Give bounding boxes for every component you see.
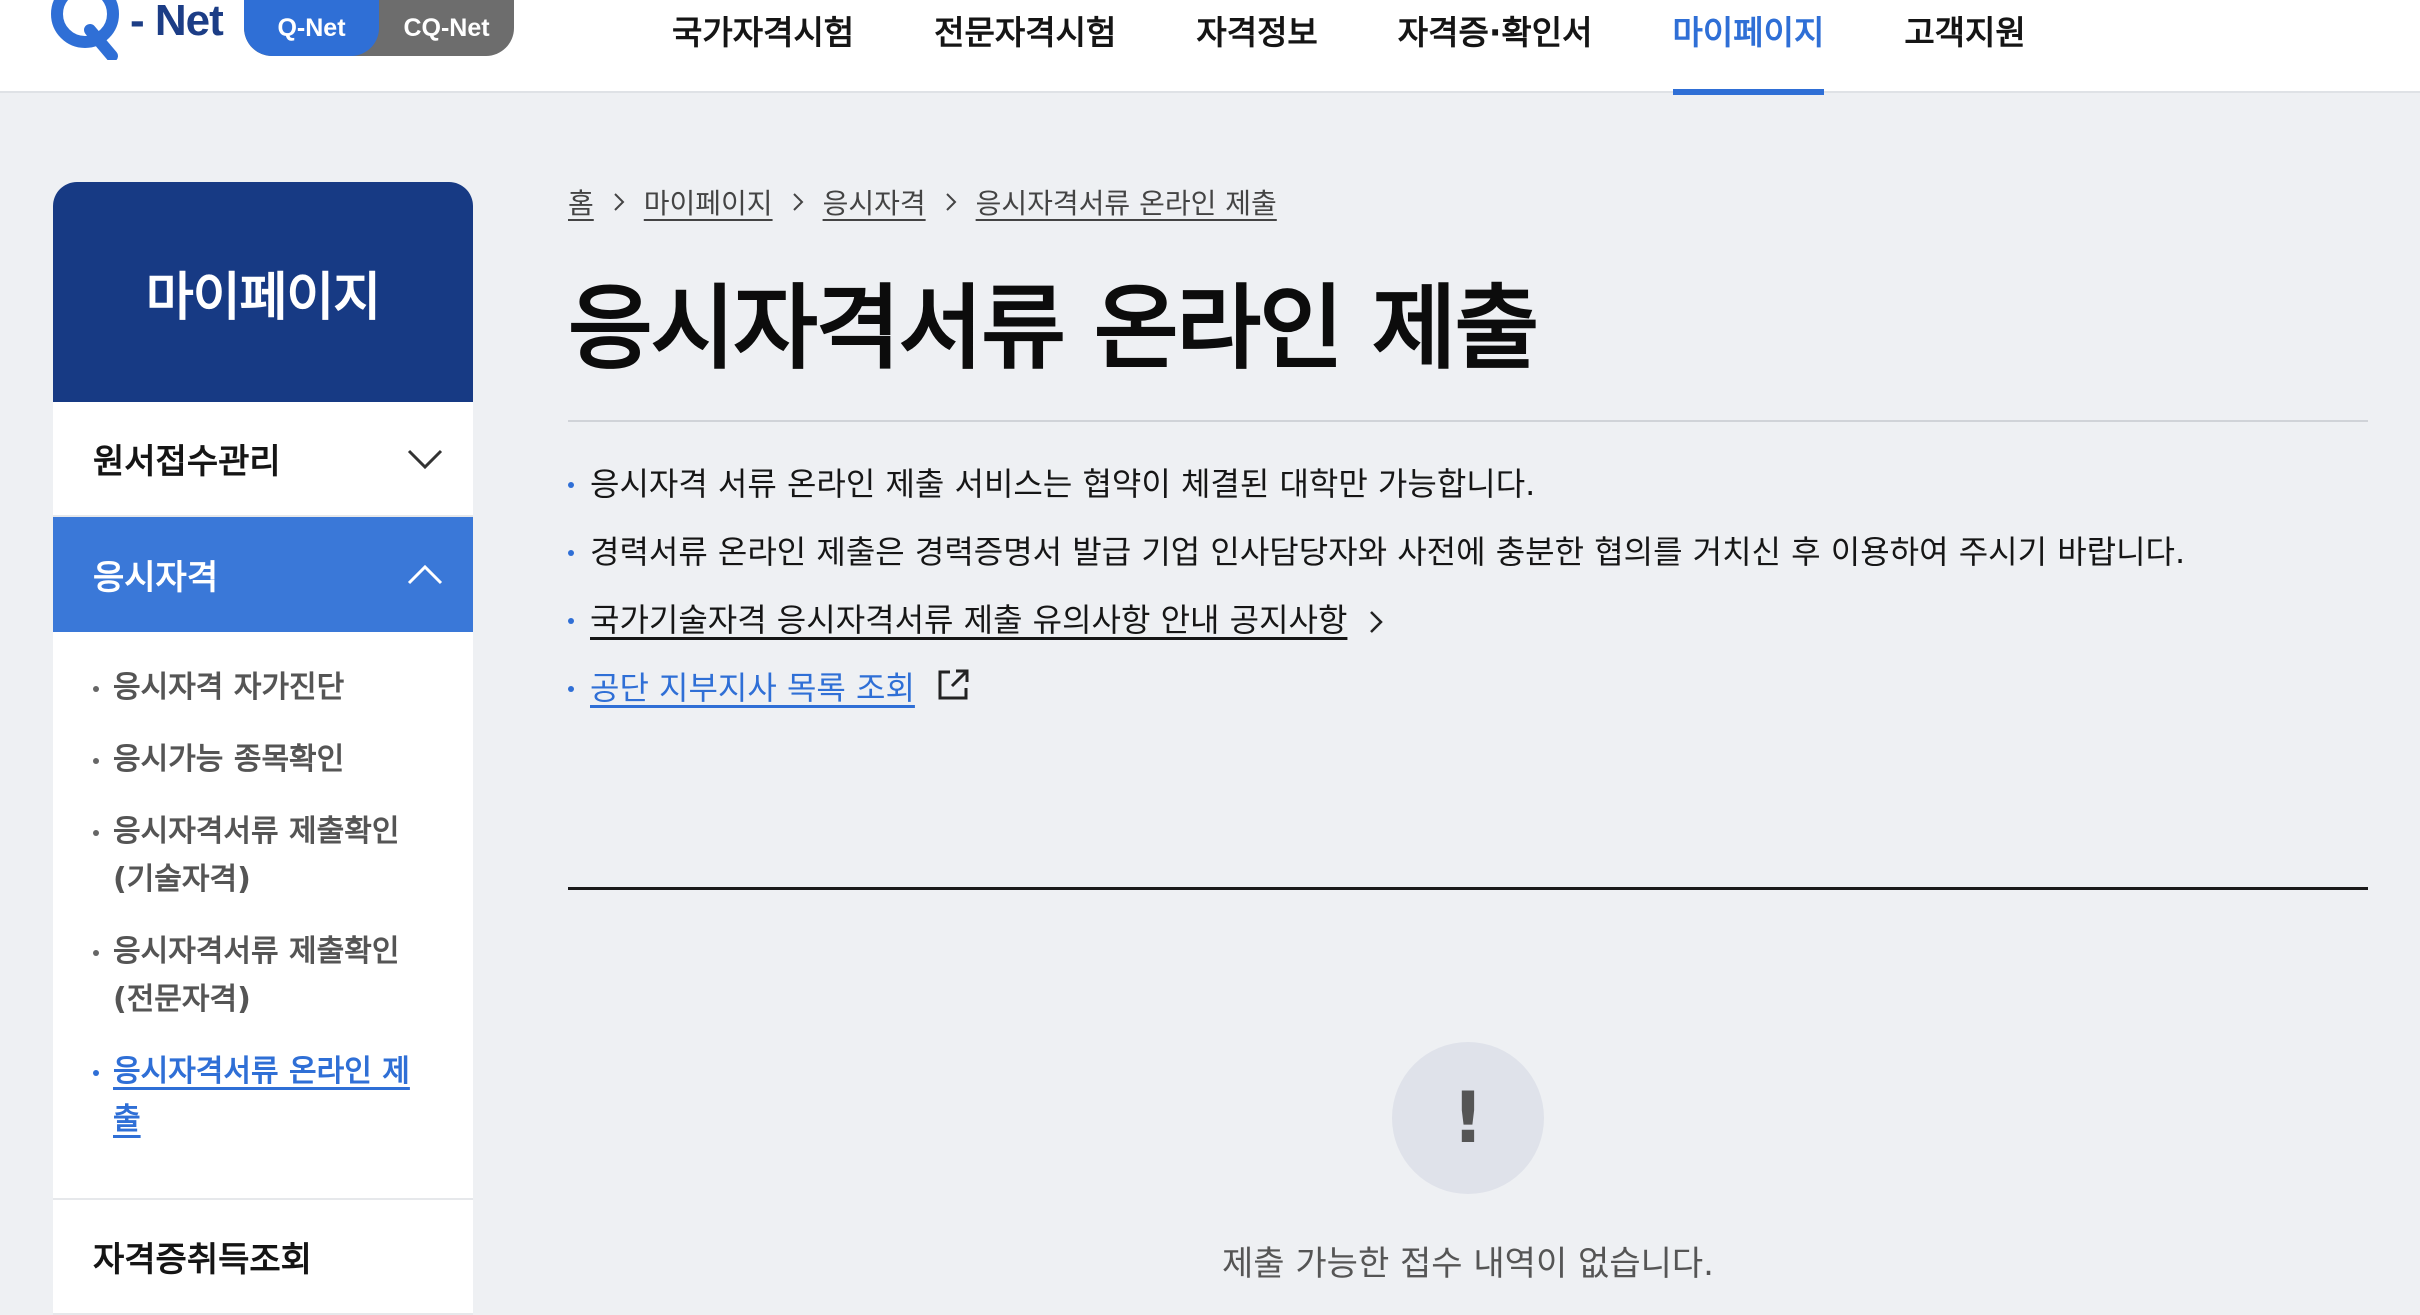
chevron-right-icon [614,193,625,211]
notice-item: 국가기술자격 응시자격서류 제출 유의사항 안내 공지사항 [568,598,2368,642]
nav-national-exam[interactable]: 국가자격시험 [672,0,854,93]
notice-text: 경력서류 온라인 제출은 경력증명서 발급 기업 인사담당자와 사전에 충분한 … [590,533,2186,571]
submenu-eligible-items[interactable]: 응시가능 종목확인 [93,736,433,784]
list-top-divider [568,887,2368,890]
notice-list: 응시자격 서류 온라인 제출 서비스는 협약이 체결된 대학만 가능합니다. 경… [568,462,2368,710]
breadcrumb-home[interactable]: 홈 [568,182,594,222]
sidebar-title: 마이페이지 [53,182,473,402]
page-title: 응시자격서류 온라인 제출 [568,275,1539,382]
exclamation-icon: ! [1392,1042,1544,1194]
submenu-self-diagnosis[interactable]: 응시자격 자가진단 [93,664,433,712]
sidebar-item-label: 응시자격 [93,558,219,598]
chevron-right-icon [792,193,803,211]
notice-text: 응시자격 서류 온라인 제출 서비스는 협약이 체결된 대학만 가능합니다. [590,465,1536,503]
breadcrumb: 홈 마이페이지 응시자격 응시자격서류 온라인 제출 [568,182,2368,222]
chevron-down-icon [407,449,443,469]
breadcrumb-eligibility[interactable]: 응시자격 [823,182,926,222]
sidebar-item-eligibility[interactable]: 응시자격 [53,517,473,632]
chevron-right-icon [945,193,957,211]
sidebar-item-label: 자격증취득조회 [93,1240,312,1280]
empty-state: ! 제출 가능한 접수 내역이 없습니다. [568,1042,2368,1285]
qnet-logo[interactable]: - Net [50,0,224,60]
submenu-doc-check-professional[interactable]: 응시자격서류 제출확인 (전문자격) [93,928,433,1024]
notice-guide-link[interactable]: 국가기술자격 응시자격서류 제출 유의사항 안내 공지사항 [590,601,1347,639]
branch-list-link[interactable]: 공단 지부지사 목록 조회 [590,669,915,707]
global-header: - Net Q-Net CQ-Net 국가자격시험 전문자격시험 자격정보 자격… [0,0,2420,95]
main-content: 홈 마이페이지 응시자격 응시자격서류 온라인 제출 응시자격서류 온라인 제출… [568,182,2368,1284]
empty-message: 제출 가능한 접수 내역이 없습니다. [1222,1244,1714,1284]
nav-professional-exam[interactable]: 전문자격시험 [934,0,1116,93]
title-divider [568,420,2368,422]
logo-text: - Net [130,0,224,45]
sidebar-item-label: 원서접수관리 [93,442,281,482]
sidebar-item-application-management[interactable]: 원서접수관리 [53,402,473,517]
breadcrumb-current[interactable]: 응시자격서류 온라인 제출 [976,182,1277,222]
notice-item: 경력서류 온라인 제출은 경력증명서 발급 기업 인사담당자와 사전에 충분한 … [568,530,2368,574]
eligibility-submenu: 응시자격 자가진단 응시가능 종목확인 응시자격서류 제출확인 (기술자격) 응… [53,632,473,1200]
submenu-online-submission[interactable]: 응시자격서류 온라인 제출 [93,1048,433,1144]
nav-certificates[interactable]: 자격증·확인서 [1398,0,1593,93]
sidebar: 마이페이지 원서접수관리 응시자격 응시자격 자가진단 응시가능 종목확인 응시… [53,182,473,1315]
nav-mypage[interactable]: 마이페이지 [1672,0,1824,95]
submenu-doc-check-technical[interactable]: 응시자격서류 제출확인 (기술자격) [93,808,433,904]
site-toggle: Q-Net CQ-Net [244,0,514,56]
chevron-up-icon [407,564,443,584]
q-logo-icon [51,0,119,60]
sidebar-item-certificate-lookup[interactable]: 자격증취득조회 [53,1200,473,1315]
nav-qualification-info[interactable]: 자격정보 [1196,0,1317,93]
notice-item: 공단 지부지사 목록 조회 [568,666,2368,710]
global-nav: 국가자격시험 전문자격시험 자격정보 자격증·확인서 마이페이지 고객지원 [672,0,2106,95]
toggle-cqnet[interactable]: CQ-Net [379,0,514,56]
nav-support[interactable]: 고객지원 [1904,0,2025,93]
toggle-qnet[interactable]: Q-Net [244,0,379,56]
notice-item: 응시자격 서류 온라인 제출 서비스는 협약이 체결된 대학만 가능합니다. [568,462,2368,506]
external-link-icon[interactable] [935,667,971,703]
breadcrumb-mypage[interactable]: 마이페이지 [644,182,773,222]
chevron-right-icon [1369,611,1383,633]
